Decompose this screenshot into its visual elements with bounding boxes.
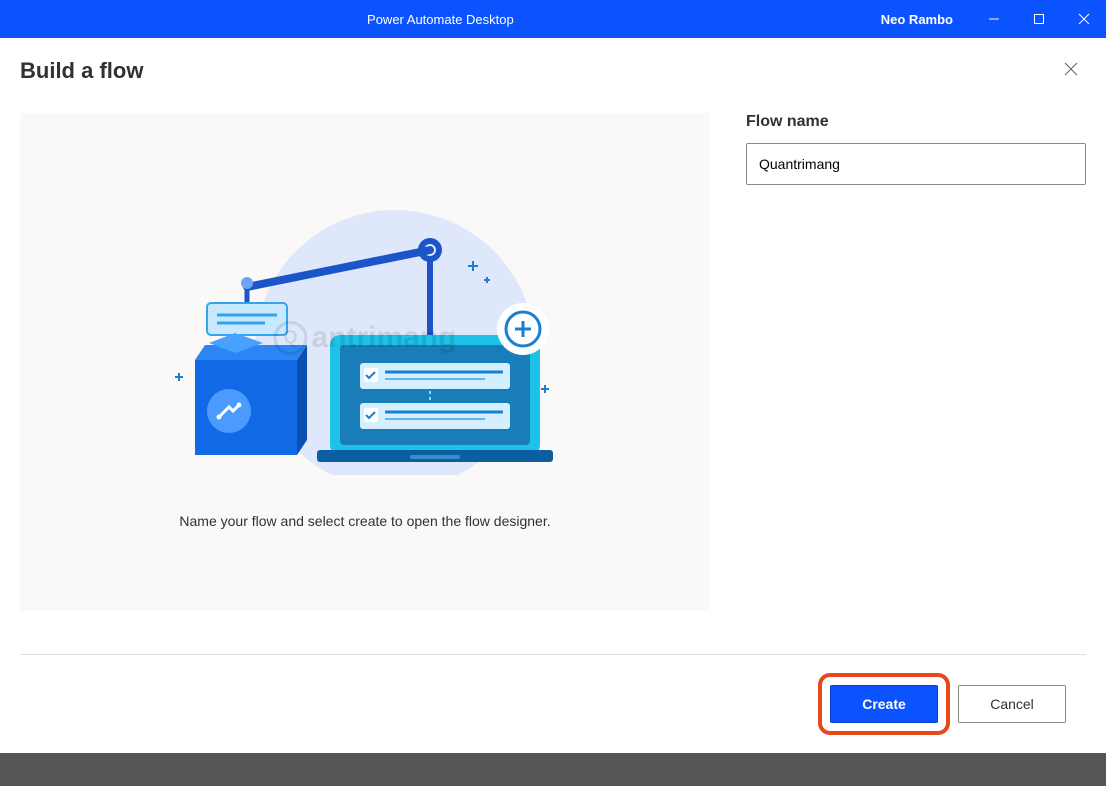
close-window-button[interactable] <box>1061 0 1106 38</box>
app-title: Power Automate Desktop <box>0 12 881 27</box>
minimize-button[interactable] <box>971 0 1016 38</box>
titlebar: Power Automate Desktop Neo Rambo <box>0 0 1106 38</box>
user-name[interactable]: Neo Rambo <box>881 12 971 27</box>
close-icon <box>1078 13 1090 25</box>
illustration-caption: Name your flow and select create to open… <box>179 513 550 529</box>
close-icon <box>1064 62 1078 76</box>
illustration-panel: Q antrimang Name your flow and select cr… <box>20 113 710 611</box>
maximize-icon <box>1033 13 1045 25</box>
dialog-footer: Create Cancel <box>20 654 1086 753</box>
cancel-button[interactable]: Cancel <box>958 685 1066 723</box>
watermark: Q antrimang <box>273 321 456 355</box>
flow-name-input[interactable] <box>746 143 1086 185</box>
watermark-text: antrimang <box>311 321 456 355</box>
create-highlight: Create <box>818 673 950 735</box>
dialog-content: Build a flow <box>0 38 1106 753</box>
maximize-button[interactable] <box>1016 0 1061 38</box>
create-button[interactable]: Create <box>830 685 938 723</box>
page-title: Build a flow <box>20 58 143 84</box>
minimize-icon <box>988 13 1000 25</box>
watermark-icon: Q <box>273 321 307 355</box>
app-window: Power Automate Desktop Neo Rambo Build a… <box>0 0 1106 753</box>
form-panel: Flow name <box>746 113 1086 654</box>
page-header: Build a flow <box>20 56 1086 89</box>
main-row: Q antrimang Name your flow and select cr… <box>20 113 1086 654</box>
close-dialog-button[interactable] <box>1056 56 1086 85</box>
flow-illustration: Q antrimang <box>165 195 565 475</box>
flow-name-label: Flow name <box>746 113 1086 131</box>
bottom-strip <box>0 753 1106 786</box>
